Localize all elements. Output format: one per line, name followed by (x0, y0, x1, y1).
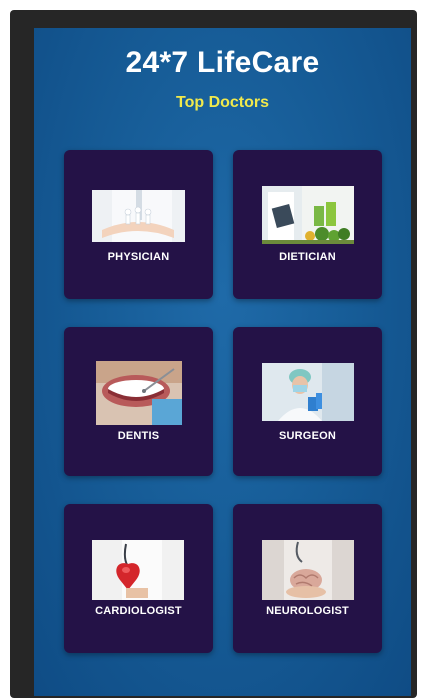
doctor-card-label: NEUROLOGIST (266, 605, 349, 617)
doctor-card-label: CARDIOLOGIST (95, 605, 182, 617)
doctor-card-dentist[interactable]: DENTIS (64, 327, 213, 476)
doctor-card-surgeon[interactable]: SURGEON (233, 327, 382, 476)
doctor-card-cardiologist[interactable]: CARDIOLOGIST (64, 504, 213, 653)
doctor-card-label: DENTIS (117, 430, 160, 442)
doctor-card-label: DIETICIAN (279, 251, 336, 263)
doctor-card-neurologist[interactable]: NEUROLOGIST (233, 504, 382, 653)
doctor-card-label: SURGEON (278, 430, 337, 442)
doctor-card-label: PHYSICIAN (107, 251, 170, 263)
dentist-image (96, 361, 182, 425)
doctor-grid: PHYSICIAN DIETICIAN DENTIS SURGEON CARDI… (64, 150, 382, 655)
dietician-image (262, 186, 354, 244)
app-title: 24*7 LifeCare (125, 46, 320, 79)
cardiologist-image (92, 540, 184, 600)
neurologist-image (262, 540, 354, 600)
doctor-card-dietician[interactable]: DIETICIAN (233, 150, 382, 299)
physician-image (92, 190, 185, 242)
doctor-card-physician[interactable]: PHYSICIAN (64, 150, 213, 299)
surgeon-image (262, 363, 354, 421)
app-screen: 24*7 LifeCare Top Doctors PHYSICIAN DIET… (34, 28, 411, 696)
section-subtitle: Top Doctors (175, 94, 270, 111)
